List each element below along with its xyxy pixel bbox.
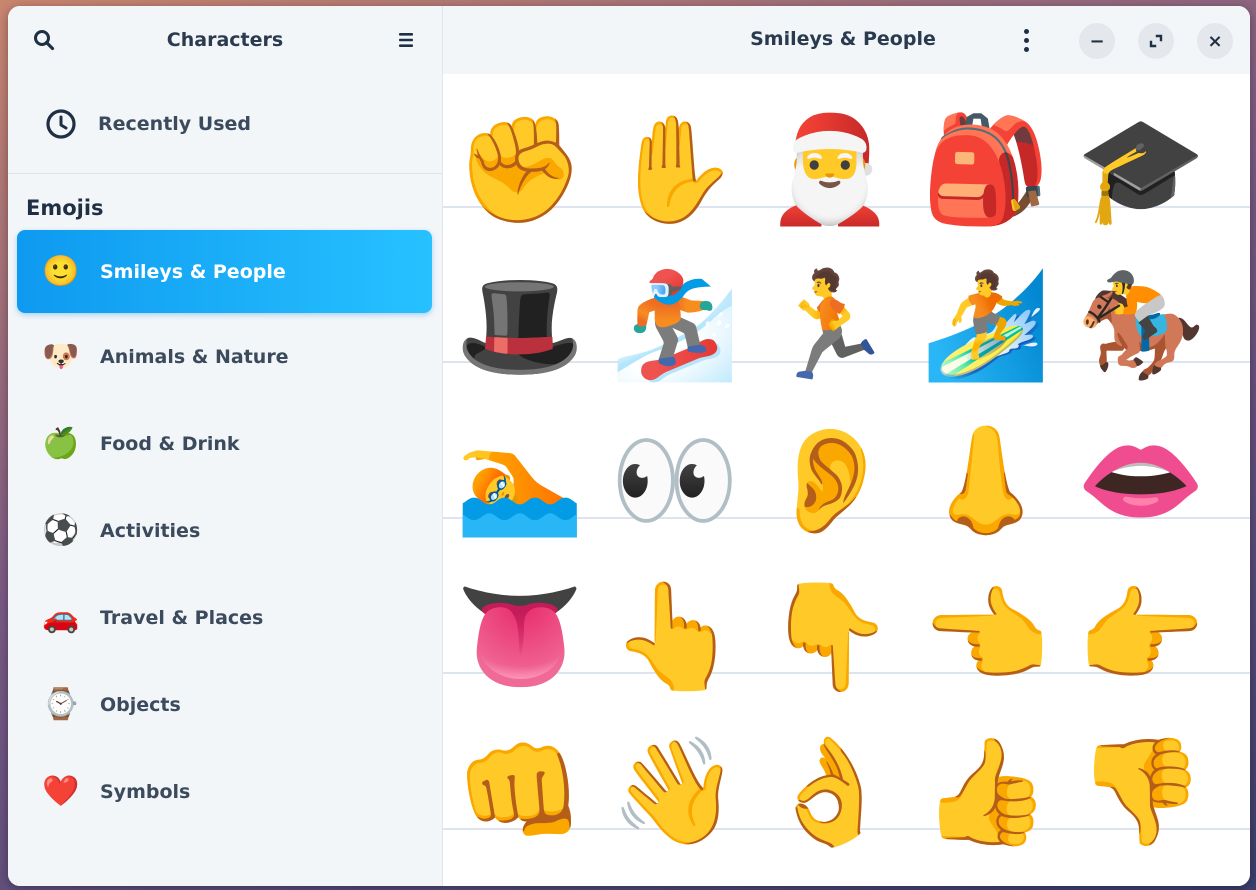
sidebar-item-recently-used[interactable]: Recently Used: [8, 74, 442, 174]
emoji-cell[interactable]: 👄: [1076, 415, 1206, 545]
emoji-cell[interactable]: 👌: [765, 726, 895, 856]
emoji-cell[interactable]: 🎓: [1076, 104, 1206, 234]
emoji-cell[interactable]: 🎅: [765, 104, 895, 234]
emoji-cell[interactable]: 🏊: [455, 415, 585, 545]
emoji-cell[interactable]: 🎩: [455, 260, 585, 390]
sidebar-title: Characters: [166, 29, 284, 51]
emoji-cell[interactable]: 🏂: [610, 260, 740, 390]
sidebar-item-animals-nature[interactable]: 🐶 Animals & Nature: [8, 313, 442, 400]
sidebar-item-label: Symbols: [100, 780, 191, 803]
close-icon: ×: [1207, 30, 1223, 52]
sidebar-item-label: Activities: [100, 519, 201, 542]
sidebar-item-objects[interactable]: ⌚ Objects: [8, 661, 442, 748]
emoji-cell[interactable]: 👀: [610, 415, 740, 545]
emoji-cell[interactable]: 👂: [765, 415, 895, 545]
emoji-cell[interactable]: 🎒: [921, 104, 1051, 234]
clock-icon: [46, 108, 76, 139]
maximize-button[interactable]: [1138, 23, 1174, 59]
emoji-grid: ✊ ✋ 🎅 🎒 🎓 🎩 🏂 🏃 🏄 🏇 🏊 👀 👂 👃 👄 👅 👆 👇 👈 👉 👊 👋 👌 👍 👎: [443, 74, 1250, 886]
minimize-button[interactable]: −: [1079, 23, 1115, 59]
minimize-icon: −: [1089, 30, 1105, 52]
watch-icon: ⌚: [42, 686, 80, 722]
emoji-cell[interactable]: 👊: [455, 726, 585, 856]
car-icon: 🚗: [42, 599, 80, 635]
smiley-icon: 🙂: [42, 253, 80, 289]
emoji-cell[interactable]: 👇: [765, 571, 895, 701]
emoji-cell[interactable]: 🏇: [1076, 260, 1206, 390]
hamburger-menu-icon: [399, 33, 413, 47]
sidebar-item-label: Travel & Places: [100, 606, 264, 629]
sidebar-item-food-drink[interactable]: 🍏 Food & Drink: [8, 400, 442, 487]
emoji-cell[interactable]: 👉: [1076, 571, 1206, 701]
emoji-cell[interactable]: 👃: [921, 415, 1051, 545]
characters-window: Characters Recently Used Emojis 🙂 Smiley…: [8, 6, 1250, 886]
apple-icon: 🍏: [42, 425, 80, 461]
sidebar-item-label: Recently Used: [98, 112, 252, 135]
emoji-cell[interactable]: ✊: [455, 104, 585, 234]
kebab-dot-icon: [1023, 37, 1029, 43]
emoji-cell[interactable]: 👅: [455, 571, 585, 701]
soccer-ball-icon: ⚽: [42, 512, 80, 548]
header-bar: Smileys & People − ×: [443, 6, 1250, 74]
sidebar-item-label: Animals & Nature: [100, 345, 289, 368]
section-title-emojis: Emojis: [26, 196, 104, 220]
emoji-cell[interactable]: 👋: [610, 726, 740, 856]
sidebar-item-label: Smileys & People: [100, 260, 286, 283]
sidebar-item-label: Objects: [100, 693, 181, 716]
sidebar-item-travel-places[interactable]: 🚗 Travel & Places: [8, 574, 442, 661]
kebab-dot-icon: [1023, 28, 1029, 34]
close-button[interactable]: ×: [1197, 23, 1233, 59]
page-title: Smileys & People: [750, 28, 936, 50]
sidebar-item-smileys-people[interactable]: 🙂 Smileys & People: [17, 230, 432, 313]
more-options-button[interactable]: [1011, 22, 1041, 58]
heart-icon: ❤️: [42, 773, 80, 809]
sidebar-item-activities[interactable]: ⚽ Activities: [8, 487, 442, 574]
dog-icon: 🐶: [42, 338, 80, 374]
menu-button[interactable]: [388, 22, 424, 58]
maximize-icon: [1149, 34, 1163, 48]
emoji-cell[interactable]: 👎: [1076, 726, 1206, 856]
emoji-cell[interactable]: 🏃: [765, 260, 895, 390]
sidebar-header: Characters: [8, 6, 442, 74]
main-panel: Smileys & People − × ✊ ✋ 🎅 🎒 🎓 🎩 🏂 🏃 🏄 🏇…: [443, 6, 1250, 886]
emoji-cell[interactable]: 👈: [921, 571, 1051, 701]
sidebar-item-symbols[interactable]: ❤️ Symbols: [8, 748, 442, 835]
sidebar: Characters Recently Used Emojis 🙂 Smiley…: [8, 6, 443, 886]
emoji-cell[interactable]: 🏄: [921, 260, 1051, 390]
sidebar-item-label: Food & Drink: [100, 432, 240, 455]
emoji-cell[interactable]: 👆: [610, 571, 740, 701]
emoji-cell[interactable]: 👍: [921, 726, 1051, 856]
kebab-dot-icon: [1023, 46, 1029, 52]
emoji-cell[interactable]: ✋: [610, 104, 740, 234]
